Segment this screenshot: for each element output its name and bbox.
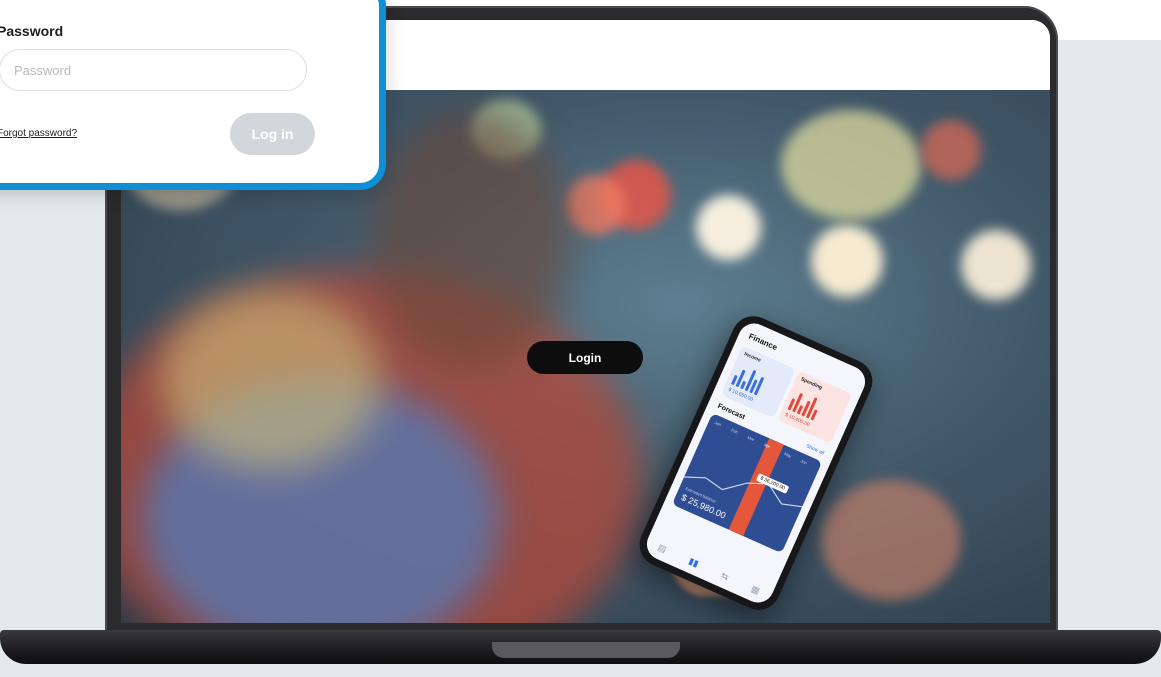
password-label: Password xyxy=(0,23,64,39)
bokeh-light xyxy=(781,110,921,220)
log-in-button[interactable]: Log in xyxy=(230,113,315,155)
forecast-line xyxy=(684,476,807,508)
bokeh-light xyxy=(566,175,626,235)
person-figure xyxy=(161,290,381,470)
page: Finance Income $ 10,680.00 Spending $ 10… xyxy=(0,0,1161,677)
transfer-icon[interactable]: ⇆ xyxy=(719,570,730,583)
show-all-link[interactable]: Show all xyxy=(805,443,825,456)
grid-icon[interactable]: ▦ xyxy=(749,583,762,597)
bokeh-light xyxy=(961,230,1031,300)
chart-icon[interactable]: ▮▮ xyxy=(687,556,700,570)
bokeh-light xyxy=(821,480,961,600)
login-popup: Password Forgot password? Log in xyxy=(0,0,386,190)
bokeh-light xyxy=(921,120,981,180)
forgot-password-link[interactable]: Forgot password? xyxy=(0,128,77,139)
spending-label: Spending xyxy=(799,376,824,392)
hero-login-button[interactable]: Login xyxy=(527,341,643,374)
bokeh-light xyxy=(696,195,761,260)
password-input[interactable] xyxy=(0,49,307,91)
laptop-notch xyxy=(492,642,680,658)
forecast-chart: Jan Feb Mar Apr May Jun $ 36,200.00 Esti… xyxy=(671,413,823,554)
document-icon[interactable]: ▤ xyxy=(656,542,668,556)
income-label: Income xyxy=(743,351,762,364)
person-figure xyxy=(371,110,571,370)
bokeh-light xyxy=(811,225,883,297)
